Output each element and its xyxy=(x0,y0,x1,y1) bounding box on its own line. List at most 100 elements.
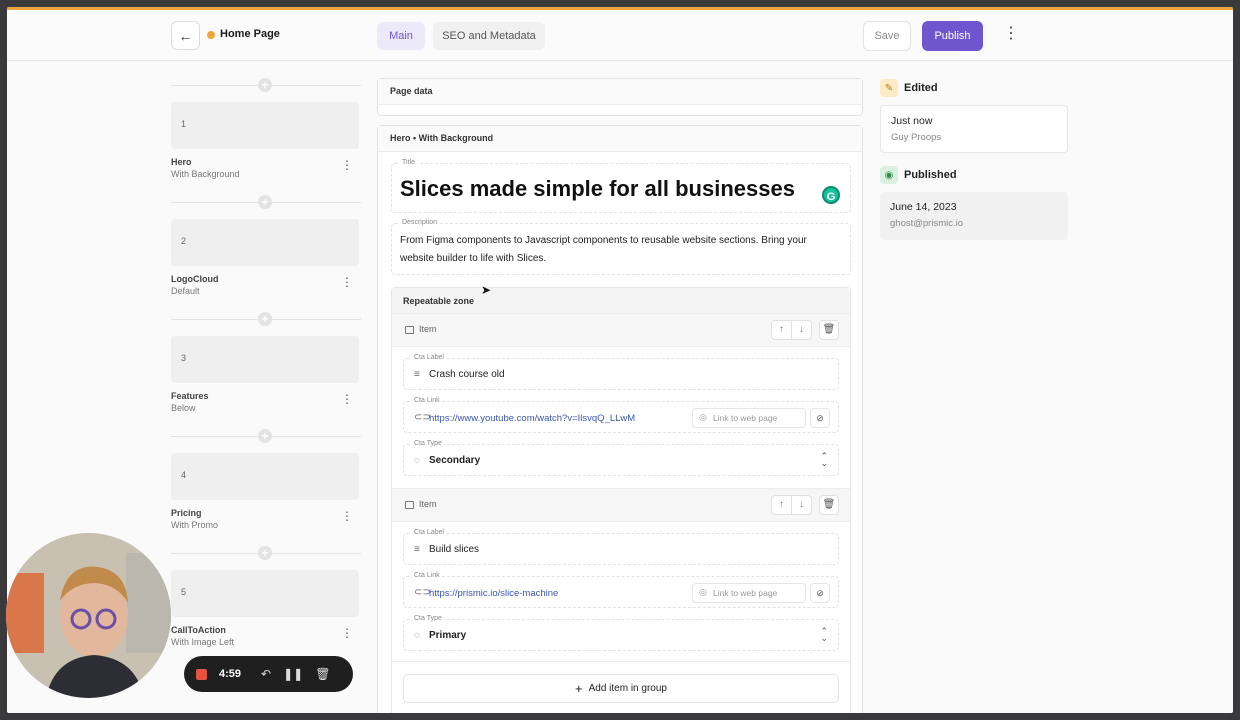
plus-icon: + xyxy=(575,681,583,696)
description-value[interactable]: From Figma components to Javascript comp… xyxy=(400,232,842,268)
slice-number: 5 xyxy=(181,587,187,597)
slice-menu-icon[interactable]: ⋮ xyxy=(341,393,353,405)
add-slice-icon[interactable]: + xyxy=(258,546,272,560)
unlink-icon[interactable]: ⊘ xyxy=(810,583,830,603)
title-field[interactable]: Title Slices made simple for all busines… xyxy=(391,159,851,213)
more-options-icon[interactable]: ⋮ xyxy=(1003,26,1019,42)
pause-icon[interactable]: ❚❚ xyxy=(283,667,303,681)
published-date: June 14, 2023 xyxy=(890,201,957,213)
slice-thumbnail xyxy=(171,570,359,617)
add-slice-separator: + xyxy=(171,311,361,329)
slice-menu-icon[interactable]: ⋮ xyxy=(341,510,353,522)
unlink-icon[interactable]: ⊘ xyxy=(810,408,830,428)
reorder-controls: ↑ ↓ xyxy=(771,495,812,515)
arrow-up-icon[interactable]: ↑ xyxy=(772,496,791,514)
app-window: ← Home Page Main SEO and Metadata Save P… xyxy=(7,7,1233,713)
back-button[interactable]: ← xyxy=(171,21,200,50)
cta-link-value[interactable]: https://prismic.io/slice-machine xyxy=(429,588,558,599)
title-value[interactable]: Slices made simple for all businesses xyxy=(400,176,795,202)
add-slice-separator: + xyxy=(171,194,361,212)
description-field[interactable]: Description From Figma components to Jav… xyxy=(391,219,851,275)
item-icon xyxy=(405,326,414,334)
slice-menu-icon[interactable]: ⋮ xyxy=(341,276,353,288)
hero-slice-panel: Hero • With Background Title Slices made… xyxy=(377,125,863,713)
delete-item-button[interactable]: 🗑 xyxy=(819,495,839,515)
cta-type-value[interactable]: Primary xyxy=(429,630,466,641)
slice-variant: With Background xyxy=(171,169,240,179)
add-item-label: Add item in group xyxy=(588,683,667,694)
slice-variant: With Promo xyxy=(171,520,219,530)
edited-label: Edited xyxy=(904,82,938,94)
trash-icon: 🗑 xyxy=(822,499,836,510)
cta-link-label: Cta Link xyxy=(412,397,442,404)
cta-type-label: Cta Type xyxy=(412,440,444,447)
slice-thumbnail xyxy=(171,219,359,266)
slice-name: CallToAction xyxy=(171,625,226,635)
slice-variant: Below xyxy=(171,403,196,413)
slice-card[interactable]: 4 Pricing With Promo ⋮ xyxy=(171,446,361,545)
trash-icon: 🗑 xyxy=(822,324,836,335)
grammarly-icon[interactable]: G xyxy=(822,186,840,204)
tab-main[interactable]: Main xyxy=(377,22,425,50)
arrow-down-icon[interactable]: ↓ xyxy=(791,496,811,514)
webcam-bubble[interactable] xyxy=(6,533,171,698)
cta-label-value[interactable]: Crash course old xyxy=(429,369,505,380)
arrow-down-icon[interactable]: ↓ xyxy=(791,321,811,339)
stop-recording-icon[interactable] xyxy=(196,668,207,680)
hero-panel-header: Hero • With Background xyxy=(378,126,862,152)
cta-label-field[interactable]: Cta Label ≡ Crash course old xyxy=(403,354,839,390)
text-lines-icon: ≡ xyxy=(414,544,420,555)
arrow-up-icon[interactable]: ↑ xyxy=(772,321,791,339)
cta-type-value[interactable]: Secondary xyxy=(429,455,480,466)
undo-icon[interactable]: ↶ xyxy=(261,667,271,681)
trash-icon[interactable]: 🗑 xyxy=(315,667,330,681)
slice-thumbnail xyxy=(171,102,359,149)
save-button[interactable]: Save xyxy=(863,21,911,51)
slice-menu-icon[interactable]: ⋮ xyxy=(341,159,353,171)
add-slice-icon[interactable]: + xyxy=(258,78,272,92)
repeatable-zone: Repeatable zone Item ↑ ↓ 🗑 Cta Label ≡ C… xyxy=(391,287,851,713)
link-type-select[interactable]: Link to web page xyxy=(692,583,806,603)
item-label: Item xyxy=(419,499,437,509)
slice-menu-icon[interactable]: ⋮ xyxy=(341,627,353,639)
status-dot xyxy=(207,31,215,39)
slice-variant: Default xyxy=(171,286,200,296)
chevron-up-down-icon[interactable]: ⌃ ⌄ xyxy=(820,627,828,643)
add-slice-icon[interactable]: + xyxy=(258,429,272,443)
divider xyxy=(392,661,850,662)
chevron-up-down-icon[interactable]: ⌃ ⌄ xyxy=(820,452,828,468)
cta-label-label: Cta Label xyxy=(412,529,446,536)
add-slice-icon[interactable]: + xyxy=(258,195,272,209)
link-type-select[interactable]: Link to web page xyxy=(692,408,806,428)
slice-card[interactable]: 5 CallToAction With Image Left ⋮ xyxy=(171,563,361,662)
select-circle-icon: ◌ xyxy=(414,630,420,641)
cta-label-field[interactable]: Cta Label ≡ Build slices xyxy=(403,529,839,565)
cta-link-field[interactable]: Cta Link ⊂⊃ https://www.youtube.com/watc… xyxy=(403,397,839,433)
delete-item-button[interactable]: 🗑 xyxy=(819,320,839,340)
slice-card[interactable]: 1 Hero With Background ⋮ xyxy=(171,95,361,194)
item-label: Item xyxy=(419,324,437,334)
select-circle-icon: ◌ xyxy=(414,455,420,466)
add-slice-separator: + xyxy=(171,77,361,95)
slice-number: 4 xyxy=(181,470,187,480)
slice-list: + 1 Hero With Background ⋮ + 2 LogoCloud… xyxy=(171,77,361,662)
cta-type-label: Cta Type xyxy=(412,615,444,622)
publish-button[interactable]: Publish xyxy=(922,21,983,51)
tab-seo-metadata[interactable]: SEO and Metadata xyxy=(433,22,545,50)
webcam-person-image xyxy=(6,533,171,698)
cta-type-field[interactable]: Cta Type ◌ Primary ⌃ ⌄ xyxy=(403,615,839,651)
add-slice-separator: + xyxy=(171,545,361,563)
cta-label-value[interactable]: Build slices xyxy=(429,544,479,555)
recorder-toolbar: 4:59 ↶ ❚❚ 🗑 xyxy=(184,656,353,692)
cta-label-label: Cta Label xyxy=(412,354,446,361)
add-slice-icon[interactable]: + xyxy=(258,312,272,326)
cta-link-value[interactable]: https://www.youtube.com/watch?v=IlsvqQ_L… xyxy=(429,413,635,424)
slice-card[interactable]: 2 LogoCloud Default ⋮ xyxy=(171,212,361,311)
slice-card[interactable]: 3 Features Below ⋮ xyxy=(171,329,361,428)
reorder-controls: ↑ ↓ xyxy=(771,320,812,340)
cta-link-field[interactable]: Cta Link ⊂⊃ https://prismic.io/slice-mac… xyxy=(403,572,839,608)
page-data-panel: Page data xyxy=(377,78,863,116)
add-item-button[interactable]: + Add item in group xyxy=(403,674,839,703)
page-data-header[interactable]: Page data xyxy=(378,79,862,105)
cta-type-field[interactable]: Cta Type ◌ Secondary ⌃ ⌄ xyxy=(403,440,839,476)
